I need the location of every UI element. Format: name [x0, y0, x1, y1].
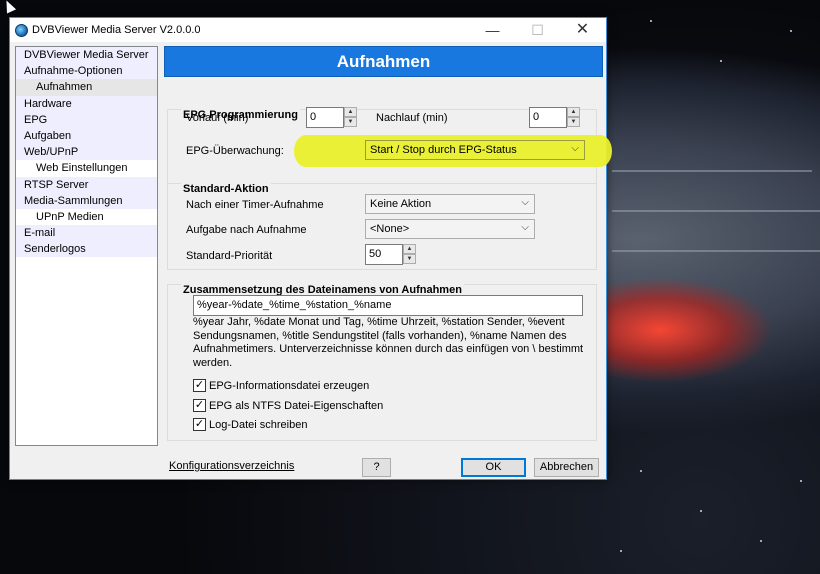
stepper-down-icon[interactable]: ▼	[344, 117, 357, 127]
checkbox-epg-ntfs[interactable]: ✓ EPG als NTFS Datei-Eigenschaften	[193, 399, 383, 412]
sidebar-item-aufnahme-optionen[interactable]: Aufnahme-Optionen	[16, 63, 157, 80]
epg-monitor-select[interactable]: Start / Stop durch EPG-Status ⌵	[365, 140, 585, 160]
sidebar-item-senderlogos[interactable]: Senderlogos	[16, 241, 157, 258]
star	[800, 480, 802, 482]
checkbox-label: EPG als NTFS Datei-Eigenschaften	[209, 399, 384, 412]
sidebar-item-upnp-medien[interactable]: UPnP Medien	[16, 208, 157, 226]
minimize-button[interactable]: —	[470, 18, 515, 42]
priority-label: Standard-Priorität	[186, 250, 273, 262]
window-title: DVBViewer Media Server V2.0.0.0	[32, 24, 201, 36]
cancel-button[interactable]: Abbrechen	[534, 458, 599, 477]
sidebar-item-aufgaben[interactable]: Aufgaben	[16, 127, 157, 145]
stepper-down-icon[interactable]: ▼	[403, 254, 416, 264]
checkbox-epg-info-file[interactable]: ✓ EPG-Informationsdatei erzeugen	[193, 379, 369, 392]
after-timer-value: Keine Aktion	[370, 198, 432, 210]
ok-button[interactable]: OK	[461, 458, 526, 477]
sidebar-item-dvbviewer-media-server[interactable]: DVBViewer Media Server	[16, 47, 157, 64]
chevron-down-icon: ⌵	[521, 197, 529, 208]
star	[790, 30, 792, 32]
app-logo-icon	[15, 24, 28, 37]
sidebar-item-email[interactable]: E-mail	[16, 225, 157, 242]
title-bar[interactable]: DVBViewer Media Server V2.0.0.0 — ☐ ✕	[10, 18, 606, 42]
checkmark-icon[interactable]: ✓	[193, 399, 206, 412]
sidebar-item-rtsp-server[interactable]: RTSP Server	[16, 176, 157, 193]
sidebar-item-web-einstellungen[interactable]: Web Einstellungen	[16, 160, 157, 177]
star	[620, 550, 622, 552]
chevron-down-icon: ⌵	[571, 143, 579, 154]
sidebar-nav: DVBViewer Media Server Aufnahme-Optionen…	[15, 46, 158, 446]
filename-pattern-input[interactable]: %year-%date_%time_%station_%name	[193, 295, 583, 316]
stepper-up-icon[interactable]: ▲	[403, 244, 416, 254]
config-directory-link[interactable]: Konfigurationsverzeichnis	[169, 460, 294, 472]
checkbox-log-file[interactable]: ✓ Log-Datei schreiben	[193, 418, 307, 431]
star	[650, 20, 652, 22]
star	[760, 540, 762, 542]
sidebar-item-media-sammlungen[interactable]: Media-Sammlungen	[16, 192, 157, 209]
priority-stepper[interactable]: ▲ ▼	[403, 244, 416, 265]
checkbox-label: Log-Datei schreiben	[209, 418, 308, 431]
checkmark-icon[interactable]: ✓	[193, 379, 206, 392]
after-timer-select[interactable]: Keine Aktion ⌵	[365, 194, 535, 214]
sidebar-item-hardware[interactable]: Hardware	[16, 95, 157, 112]
nachlauf-input[interactable]: 0	[529, 107, 567, 128]
task-value: <None>	[370, 223, 410, 235]
checkmark-icon[interactable]: ✓	[193, 418, 206, 431]
stepper-up-icon[interactable]: ▲	[344, 107, 357, 117]
sidebar-item-aufnahmen[interactable]: Aufnahmen	[16, 79, 157, 96]
nachlauf-label: Nachlauf (min)	[376, 112, 448, 124]
star	[640, 470, 642, 472]
vorlauf-stepper[interactable]: ▲ ▼	[344, 107, 357, 128]
stepper-up-icon[interactable]: ▲	[567, 107, 580, 117]
chevron-down-icon: ⌵	[521, 222, 529, 233]
hull-stripe	[612, 250, 820, 252]
maximize-button[interactable]: ☐	[515, 18, 560, 42]
sidebar-item-web-upnp[interactable]: Web/UPnP	[16, 144, 157, 161]
vorlauf-label: Vorlauf (min)	[186, 112, 249, 124]
filename-description: %year Jahr, %date Monat und Tag, %time U…	[193, 316, 584, 369]
page-title: Aufnahmen	[164, 46, 603, 77]
sidebar-item-epg[interactable]: EPG	[16, 111, 157, 128]
main-window: DVBViewer Media Server V2.0.0.0 — ☐ ✕ DV…	[9, 17, 612, 480]
hull-stripe	[612, 210, 820, 212]
star	[700, 510, 702, 512]
task-select[interactable]: <None> ⌵	[365, 219, 535, 239]
hull-stripe	[612, 170, 812, 172]
priority-input[interactable]: 50	[365, 244, 403, 265]
checkbox-label: EPG-Informationsdatei erzeugen	[209, 379, 370, 392]
task-label: Aufgabe nach Aufnahme	[186, 224, 307, 236]
stepper-down-icon[interactable]: ▼	[567, 117, 580, 127]
help-button[interactable]: ?	[362, 458, 391, 477]
vorlauf-input[interactable]: 0	[306, 107, 344, 128]
star	[720, 60, 722, 62]
epg-monitor-value: Start / Stop durch EPG-Status	[370, 144, 517, 156]
epg-monitor-label: EPG-Überwachung:	[186, 145, 284, 157]
after-timer-label: Nach einer Timer-Aufnahme	[186, 199, 324, 211]
standard-group-title: Standard-Aktion	[181, 183, 271, 195]
nachlauf-stepper[interactable]: ▲ ▼	[567, 107, 580, 128]
close-button[interactable]: ✕	[560, 18, 605, 42]
